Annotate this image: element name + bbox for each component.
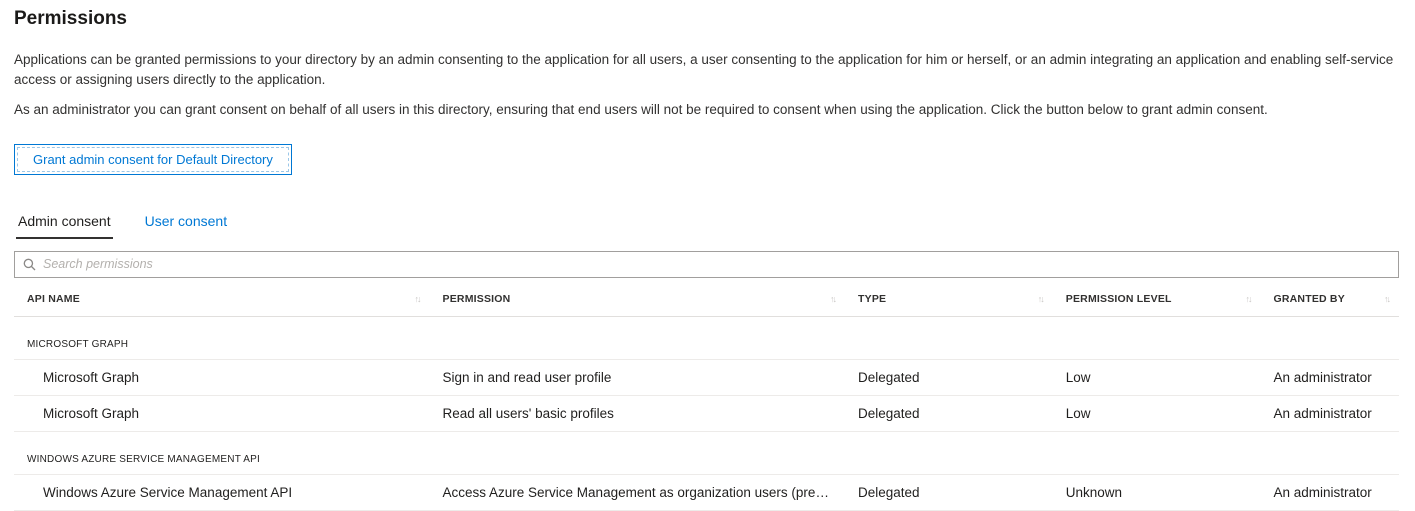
consent-tabs: Admin consent User consent xyxy=(16,209,1399,239)
group-header-windows-azure-service-management-api: WINDOWS AZURE SERVICE MANAGEMENT API xyxy=(14,432,1399,475)
table-body: MICROSOFT GRAPHMicrosoft GraphSign in an… xyxy=(14,317,1399,511)
column-header-label: API NAME xyxy=(27,293,80,305)
description-paragraph-2: As an administrator you can grant consen… xyxy=(14,100,1399,120)
grant-admin-consent-button[interactable]: Grant admin consent for Default Director… xyxy=(14,144,292,175)
cell-api-name: Microsoft Graph xyxy=(14,406,430,421)
column-header-permission[interactable]: PERMISSION ↑↓ xyxy=(430,293,846,305)
cell-type: Delegated xyxy=(845,370,1053,385)
table-header-row: API NAME↑↓PERMISSION↑↓TYPE↑↓PERMISSION L… xyxy=(14,278,1399,317)
cell-permission-level: Low xyxy=(1053,370,1261,385)
column-header-label: GRANTED BY xyxy=(1274,293,1345,305)
sort-icon: ↑↓ xyxy=(822,294,835,304)
cell-permission-level: Low xyxy=(1053,406,1261,421)
cell-permission: Access Azure Service Management as organ… xyxy=(430,485,846,500)
sort-icon: ↑↓ xyxy=(1238,294,1251,304)
search-box[interactable] xyxy=(14,251,1399,278)
cell-type: Delegated xyxy=(845,485,1053,500)
cell-granted-by: An administrator xyxy=(1261,406,1400,421)
permissions-table: API NAME↑↓PERMISSION↑↓TYPE↑↓PERMISSION L… xyxy=(14,278,1399,511)
cell-api-name: Windows Azure Service Management API xyxy=(14,485,430,500)
cell-permission: Sign in and read user profile xyxy=(430,370,846,385)
column-header-label: PERMISSION LEVEL xyxy=(1066,293,1172,305)
tab-admin-consent[interactable]: Admin consent xyxy=(16,209,113,239)
sort-icon: ↑↓ xyxy=(1030,294,1043,304)
search-input[interactable] xyxy=(43,257,1390,271)
column-header-api-name[interactable]: API NAME ↑↓ xyxy=(14,293,430,305)
cell-api-name: Microsoft Graph xyxy=(14,370,430,385)
cell-type: Delegated xyxy=(845,406,1053,421)
permissions-page: Permissions Applications can be granted … xyxy=(14,8,1399,511)
cell-granted-by: An administrator xyxy=(1261,485,1400,500)
cell-permission: Read all users' basic profiles xyxy=(430,406,846,421)
column-header-type[interactable]: TYPE ↑↓ xyxy=(845,293,1053,305)
group-header-microsoft-graph: MICROSOFT GRAPH xyxy=(14,317,1399,360)
column-header-granted-by[interactable]: GRANTED BY ↑↓ xyxy=(1261,293,1400,305)
page-title: Permissions xyxy=(14,8,1399,30)
search-icon xyxy=(23,258,36,271)
column-header-label: PERMISSION xyxy=(443,293,511,305)
cell-permission-level: Unknown xyxy=(1053,485,1261,500)
sort-icon: ↑↓ xyxy=(1376,294,1389,304)
cell-granted-by: An administrator xyxy=(1261,370,1400,385)
tab-user-consent[interactable]: User consent xyxy=(143,209,229,239)
column-header-label: TYPE xyxy=(858,293,886,305)
table-row[interactable]: Microsoft GraphRead all users' basic pro… xyxy=(14,396,1399,432)
table-row[interactable]: Microsoft GraphSign in and read user pro… xyxy=(14,360,1399,396)
sort-icon: ↑↓ xyxy=(407,294,420,304)
column-header-permission-level[interactable]: PERMISSION LEVEL ↑↓ xyxy=(1053,293,1261,305)
table-row[interactable]: Windows Azure Service Management APIAcce… xyxy=(14,475,1399,511)
description-paragraph-1: Applications can be granted permissions … xyxy=(14,50,1399,89)
